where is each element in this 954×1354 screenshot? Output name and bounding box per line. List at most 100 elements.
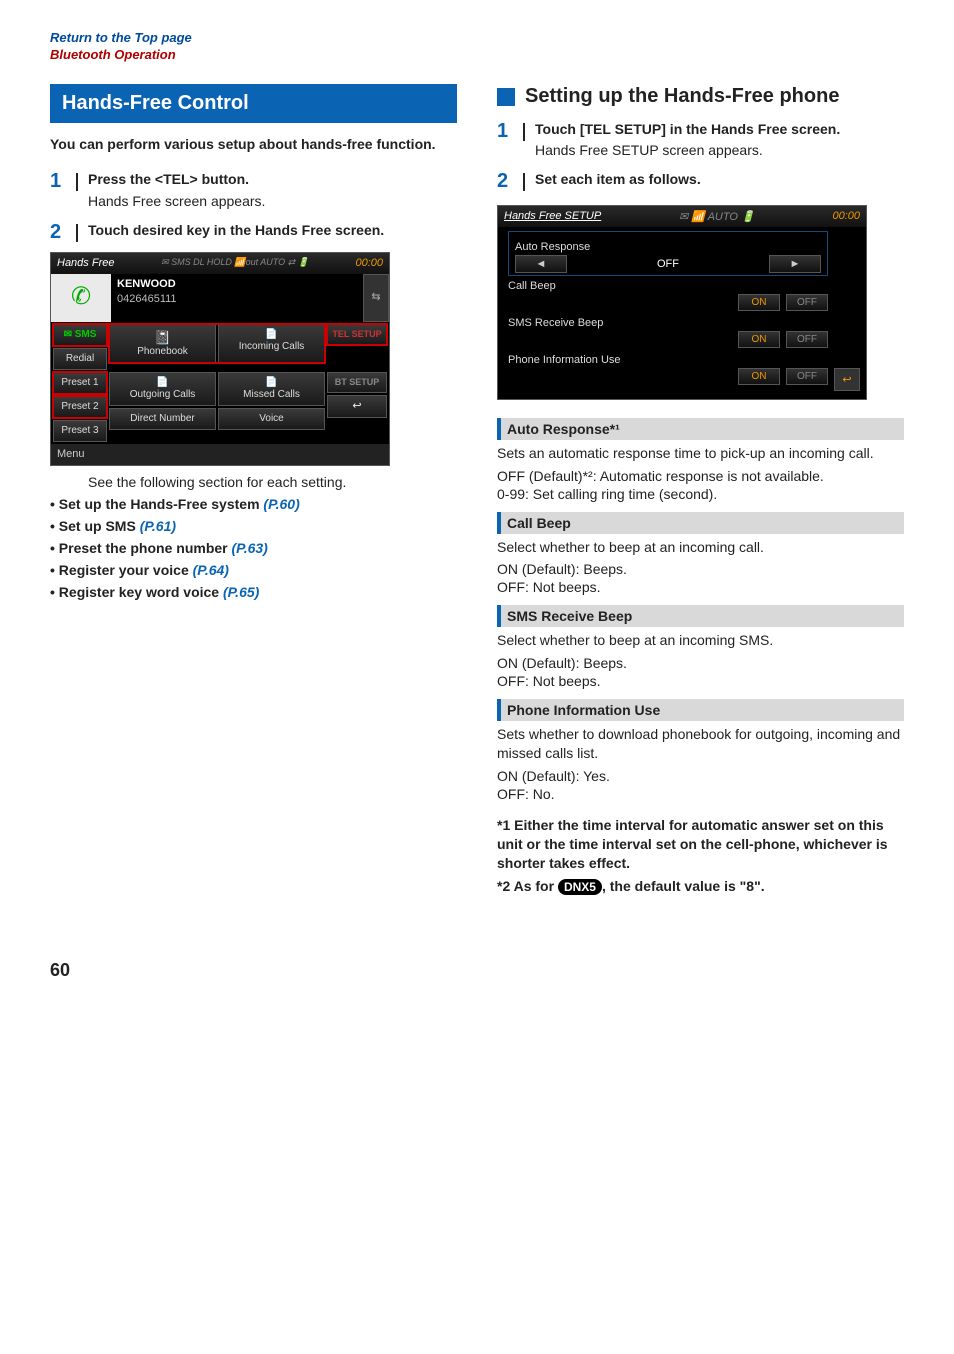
phone-info-label: Phone Information Use bbox=[508, 354, 828, 366]
auto-response-opt2: 0-99: Set calling ring time (second). bbox=[497, 486, 904, 502]
incoming-calls-button[interactable]: 📄Incoming Calls bbox=[218, 324, 325, 363]
sms-beep-desc: Select whether to beep at an incoming SM… bbox=[497, 631, 904, 651]
outgoing-calls-button[interactable]: 📄Outgoing Calls bbox=[109, 372, 216, 406]
next-arrow-button[interactable] bbox=[769, 255, 821, 273]
sms-beep-opt2: OFF: Not beeps. bbox=[497, 673, 904, 689]
sms-beep-label: SMS Receive Beep bbox=[508, 317, 828, 329]
voice-button[interactable]: Voice bbox=[218, 408, 325, 430]
call-beep-label: Call Beep bbox=[508, 280, 828, 292]
swap-icon[interactable]: ⇆ bbox=[363, 274, 389, 322]
preset1-button[interactable]: Preset 1 bbox=[53, 372, 107, 394]
auto-response-desc: Sets an automatic response time to pick-… bbox=[497, 444, 904, 464]
hands-free-screenshot: Hands Free ✉ SMS DL HOLD 📶out AUTO ⇄ 🔋 0… bbox=[50, 252, 390, 466]
hands-free-setup-screenshot: Hands Free SETUP ✉ 📶 AUTO 🔋 00:00 Auto R… bbox=[497, 205, 867, 400]
bullet-preset-phone: Preset the phone number (P.63) bbox=[50, 540, 457, 556]
auto-response-opt1: OFF (Default)*²: Automatic response is n… bbox=[497, 468, 904, 484]
auto-response-value: OFF bbox=[575, 258, 761, 270]
right-step-1: 1 Touch [TEL SETUP] in the Hands Free sc… bbox=[497, 120, 904, 158]
step-number: 1 bbox=[497, 120, 513, 143]
see-following-text: See the following section for each setti… bbox=[88, 474, 457, 490]
ss2-time: 00:00 bbox=[832, 210, 860, 223]
bt-setup-button[interactable]: BT SETUP bbox=[327, 372, 387, 393]
phonebook-button[interactable]: 📓Phonebook bbox=[109, 324, 216, 363]
page-link[interactable]: (P.63) bbox=[232, 540, 268, 556]
ss2-title: Hands Free SETUP bbox=[504, 210, 601, 223]
step-subtext: Hands Free SETUP screen appears. bbox=[535, 142, 904, 158]
ss-time: 00:00 bbox=[355, 257, 383, 270]
step-subtext: Hands Free screen appears. bbox=[88, 193, 457, 209]
dnx-badge: DNX5 bbox=[558, 879, 602, 895]
call-beep-desc: Select whether to beep at an incoming ca… bbox=[497, 538, 904, 558]
page-number: 60 bbox=[50, 960, 904, 981]
footnote-1: *1 Either the time interval for automati… bbox=[497, 816, 904, 873]
contact-name: KENWOOD bbox=[117, 278, 357, 291]
tel-setup-button[interactable]: TEL SETUP bbox=[327, 324, 387, 345]
step-divider bbox=[523, 123, 525, 141]
sms-beep-off[interactable]: OFF bbox=[786, 331, 828, 348]
subsection-heading: Setting up the Hands-Free phone bbox=[497, 84, 904, 108]
step-divider bbox=[76, 173, 78, 191]
bullet-setup-handsfree: Set up the Hands-Free system (P.60) bbox=[50, 496, 457, 512]
right-column: Setting up the Hands-Free phone 1 Touch … bbox=[497, 84, 904, 900]
step-number: 1 bbox=[50, 170, 66, 193]
ss2-status-icons: ✉ 📶 AUTO 🔋 bbox=[679, 210, 755, 223]
step-title: Touch [TEL SETUP] in the Hands Free scre… bbox=[535, 120, 904, 138]
step-divider bbox=[523, 173, 525, 191]
call-beep-off[interactable]: OFF bbox=[786, 294, 828, 311]
preset3-button[interactable]: Preset 3 bbox=[53, 420, 107, 442]
subsection-title: Setting up the Hands-Free phone bbox=[525, 84, 904, 108]
blue-square-icon bbox=[497, 88, 515, 106]
preset2-button[interactable]: Preset 2 bbox=[53, 396, 107, 418]
step-divider bbox=[76, 224, 78, 242]
call-beep-header: Call Beep bbox=[497, 512, 904, 534]
redial-button[interactable]: Redial bbox=[53, 348, 107, 370]
prev-arrow-button[interactable] bbox=[515, 255, 567, 273]
bullet-setup-sms: Set up SMS (P.61) bbox=[50, 518, 457, 534]
sms-beep-on[interactable]: ON bbox=[738, 331, 780, 348]
step-number: 2 bbox=[497, 170, 513, 193]
auto-response-header: Auto Response*¹ bbox=[497, 418, 904, 440]
phone-info-opt2: OFF: No. bbox=[497, 786, 904, 802]
missed-calls-button[interactable]: 📄Missed Calls bbox=[218, 372, 325, 406]
direct-number-button[interactable]: Direct Number bbox=[109, 408, 216, 430]
auto-response-label: Auto Response bbox=[515, 241, 821, 253]
bullet-register-voice: Register your voice (P.64) bbox=[50, 562, 457, 578]
back-button[interactable]: ↩ bbox=[834, 368, 860, 391]
hands-free-control-heading: Hands-Free Control bbox=[50, 84, 457, 123]
contact-number: 0426465111 bbox=[117, 293, 357, 306]
page-link[interactable]: (P.64) bbox=[193, 562, 229, 578]
page-link[interactable]: (P.60) bbox=[263, 496, 299, 512]
back-button[interactable]: ↩ bbox=[327, 395, 387, 418]
top-links: Return to the Top page Bluetooth Operati… bbox=[50, 30, 904, 64]
step-title: Set each item as follows. bbox=[535, 170, 904, 188]
page-link[interactable]: (P.65) bbox=[223, 584, 259, 600]
sms-beep-header: SMS Receive Beep bbox=[497, 605, 904, 627]
left-step-2: 2 Touch desired key in the Hands Free sc… bbox=[50, 221, 457, 244]
call-beep-opt2: OFF: Not beeps. bbox=[497, 579, 904, 595]
phone-info-on[interactable]: ON bbox=[738, 368, 780, 385]
content-columns: Hands-Free Control You can perform vario… bbox=[50, 84, 904, 900]
phone-info-desc: Sets whether to download phonebook for o… bbox=[497, 725, 904, 764]
phone-info-off[interactable]: OFF bbox=[786, 368, 828, 385]
step-number: 2 bbox=[50, 221, 66, 244]
phone-info-opt1: ON (Default): Yes. bbox=[497, 768, 904, 784]
footnote-2: *2 As for DNX5, the default value is "8"… bbox=[497, 877, 904, 896]
ss-title: Hands Free bbox=[57, 257, 114, 270]
section-link[interactable]: Bluetooth Operation bbox=[50, 47, 904, 64]
return-to-top-link[interactable]: Return to the Top page bbox=[50, 30, 904, 47]
call-beep-on[interactable]: ON bbox=[738, 294, 780, 311]
step-title: Touch desired key in the Hands Free scre… bbox=[88, 221, 457, 239]
sms-beep-opt1: ON (Default): Beeps. bbox=[497, 655, 904, 671]
left-column: Hands-Free Control You can perform vario… bbox=[50, 84, 457, 606]
intro-text: You can perform various setup about hand… bbox=[50, 135, 457, 155]
bullet-register-keyword: Register key word voice (P.65) bbox=[50, 584, 457, 600]
right-step-2: 2 Set each item as follows. bbox=[497, 170, 904, 193]
menu-bar[interactable]: Menu bbox=[51, 444, 389, 465]
phone-info-header: Phone Information Use bbox=[497, 699, 904, 721]
avatar-icon: ✆ bbox=[51, 274, 111, 322]
call-beep-opt1: ON (Default): Beeps. bbox=[497, 561, 904, 577]
page-link[interactable]: (P.61) bbox=[140, 518, 176, 534]
left-step-1: 1 Press the <TEL> button. Hands Free scr… bbox=[50, 170, 457, 208]
step-title: Press the <TEL> button. bbox=[88, 170, 457, 188]
sms-button[interactable]: ✉ SMS bbox=[53, 324, 107, 346]
